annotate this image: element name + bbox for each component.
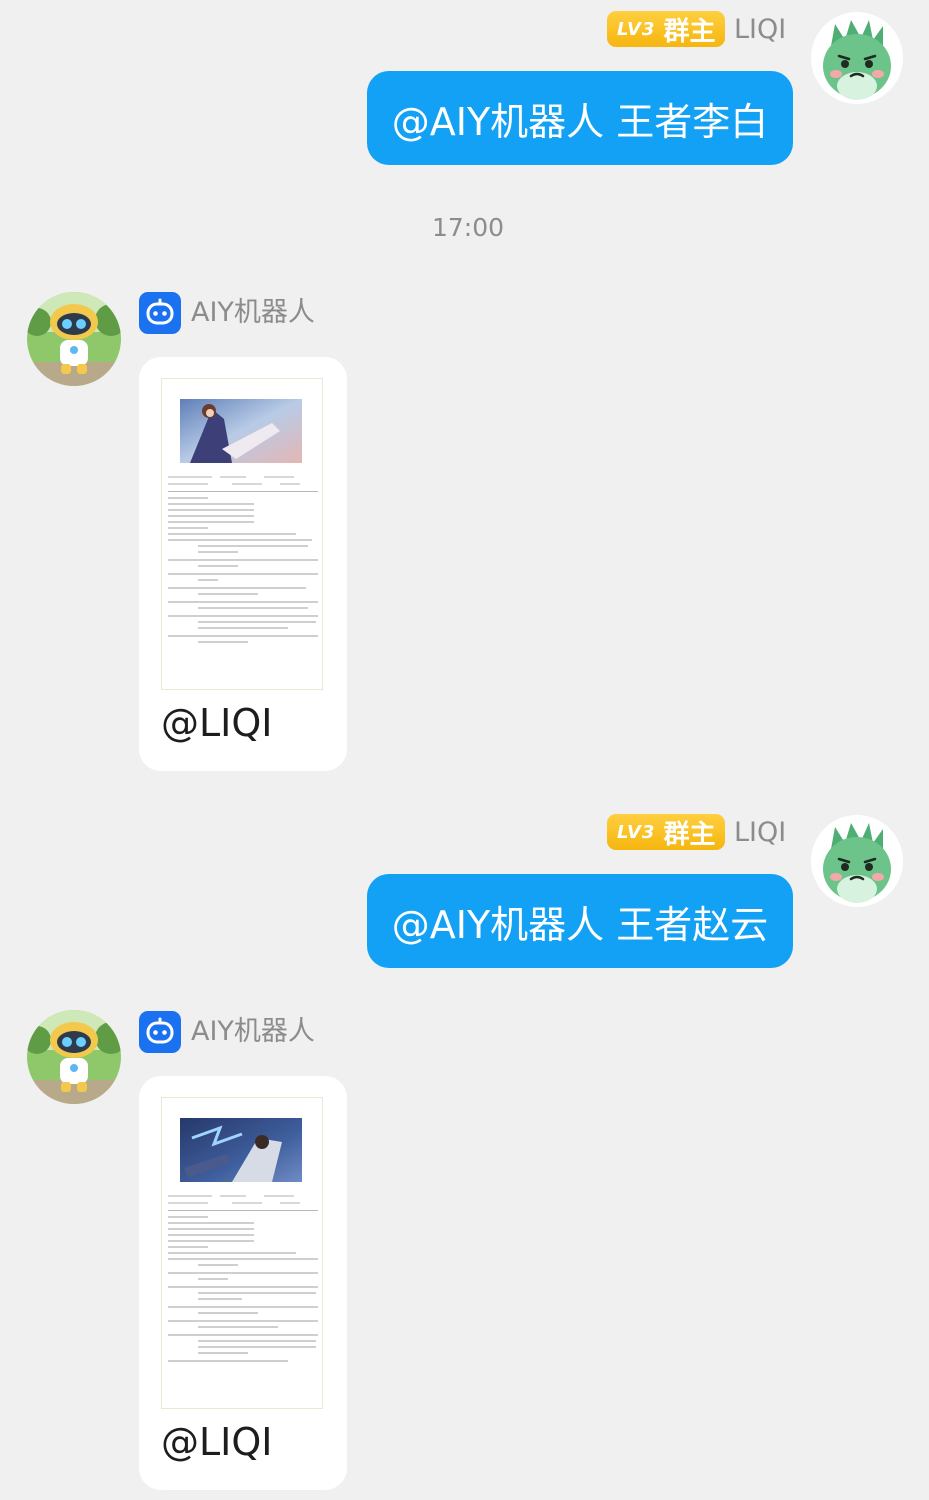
level-label: LV3: [617, 18, 656, 40]
timestamp: 17:00: [432, 213, 505, 242]
message-text: @AIY机器人 王者赵云: [391, 902, 769, 947]
bot-reply-card[interactable]: @LIQI: [139, 1076, 347, 1490]
hero-info-image[interactable]: [161, 1097, 323, 1409]
bot-name[interactable]: AIY机器人: [191, 292, 315, 334]
bot-name[interactable]: AIY机器人: [191, 1011, 315, 1053]
dinosaur-avatar-icon: [811, 12, 903, 104]
mention-text: @LIQI: [161, 701, 273, 745]
owner-badge: LV3 群主: [607, 11, 726, 47]
message-text: @AIY机器人 王者李白: [391, 99, 769, 144]
message-bubble[interactable]: @AIY机器人 王者赵云: [367, 874, 793, 968]
user-avatar[interactable]: [811, 12, 903, 108]
dinosaur-avatar-icon: [811, 815, 903, 907]
bot-badge-icon: [139, 1011, 181, 1053]
role-label: 群主: [663, 819, 716, 850]
level-label: LV3: [617, 821, 656, 843]
hero-document-image: [168, 399, 318, 643]
owner-badge: LV3 群主: [607, 814, 726, 850]
user-avatar[interactable]: [811, 815, 903, 911]
bot-avatar[interactable]: [27, 292, 121, 390]
role-label: 群主: [663, 16, 716, 47]
bot-reply-card[interactable]: @LIQI: [139, 357, 347, 771]
hero-document-image: [168, 1118, 318, 1362]
bot-badge-icon: [139, 292, 181, 334]
bot-avatar[interactable]: [27, 1010, 121, 1108]
hero-info-image[interactable]: [161, 378, 323, 690]
sender-name[interactable]: LIQI: [734, 815, 786, 851]
robot-avatar-icon: [27, 1010, 121, 1104]
mention-text: @LIQI: [161, 1420, 273, 1464]
sender-name[interactable]: LIQI: [734, 12, 786, 48]
robot-avatar-icon: [27, 292, 121, 386]
message-bubble[interactable]: @AIY机器人 王者李白: [367, 71, 793, 165]
